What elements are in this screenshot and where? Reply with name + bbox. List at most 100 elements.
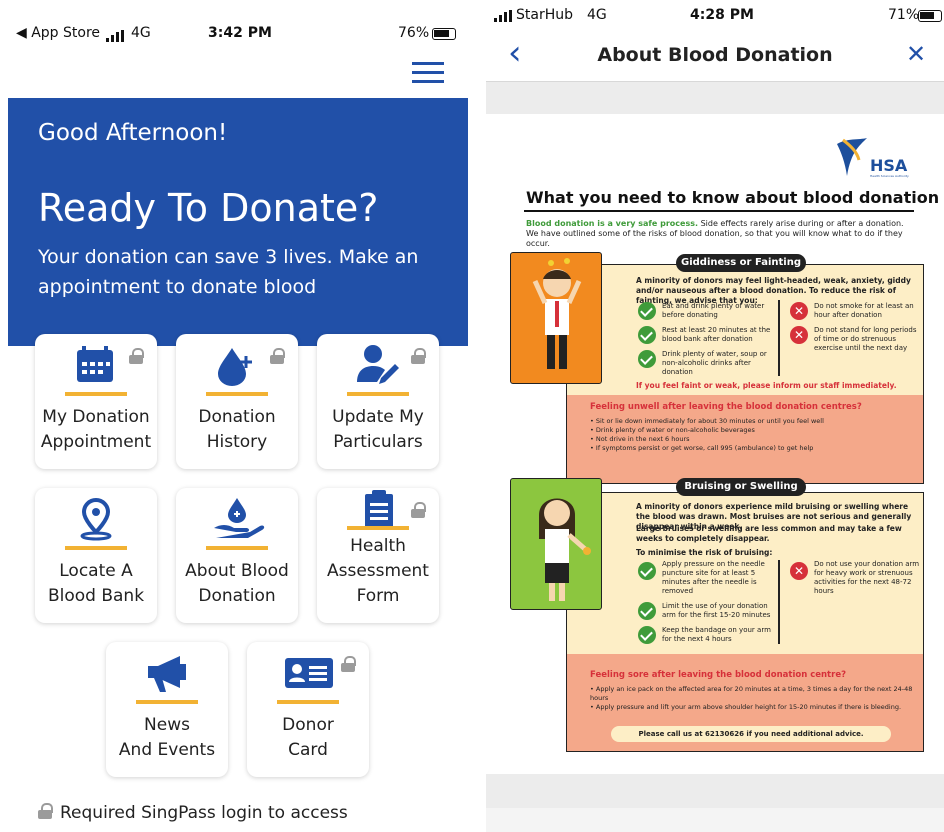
- tile-label: Particulars: [333, 432, 423, 452]
- do-item: Limit the use of your donation arm for t…: [662, 602, 771, 619]
- dont-item: Do not use your donation arm for heavy w…: [814, 560, 920, 595]
- tile-about-blood-donation[interactable]: About Blood Donation: [176, 488, 298, 623]
- tile-label: News: [144, 715, 190, 735]
- hsa-logo-sub: Health Sciences Authority: [870, 174, 909, 178]
- tile-health-assessment-form[interactable]: Health Assessment Form: [317, 488, 439, 623]
- bruising-illustration: [510, 478, 602, 610]
- tile-label: Blood Bank: [47, 586, 145, 606]
- fainting-illustration: [510, 252, 602, 384]
- minimise-label: To minimise the risk of bruising:: [636, 548, 773, 557]
- check-icon: [638, 302, 656, 320]
- right-screen: StarHub 4G 4:28 PM 71% ‹ About Blood Don…: [486, 0, 944, 832]
- lock-icon: [129, 348, 144, 364]
- accent-bar: [65, 392, 127, 396]
- status-battery: 71%: [888, 7, 920, 23]
- signal-icon: [494, 10, 512, 22]
- divider: [524, 210, 914, 212]
- dont-item: Do not smoke for at least an hour after …: [814, 302, 914, 319]
- lock-icon: [341, 656, 356, 672]
- status-battery: 76%: [398, 25, 430, 41]
- after-heading: Feeling sore after leaving the blood don…: [590, 670, 847, 680]
- lock-icon: [270, 348, 285, 364]
- check-icon: [638, 350, 656, 368]
- location-pin-icon: [80, 497, 112, 541]
- top-bar: StarHub 4G 4:28 PM 71% ‹ About Blood Don…: [486, 0, 944, 82]
- signal-icon: [106, 30, 126, 42]
- accent-bar: [65, 546, 127, 550]
- tile-news-and-events[interactable]: News And Events: [106, 642, 228, 777]
- battery-icon: [918, 10, 942, 22]
- tile-label: Card: [288, 740, 328, 760]
- next-page-strip: [486, 808, 944, 832]
- info-poster: HSA Health Sciences Authority What you n…: [486, 114, 944, 774]
- tile-label: Donation: [198, 586, 276, 606]
- tile-label: Donor: [282, 715, 334, 735]
- cross-icon: ✕: [790, 562, 808, 580]
- do-item: Apply pressure on the needle puncture si…: [662, 560, 765, 595]
- status-time: 3:42 PM: [208, 25, 272, 41]
- tile-label: History: [206, 432, 268, 452]
- tile-label: Form: [356, 586, 400, 606]
- do-item: Rest at least 20 minutes at the blood ba…: [662, 326, 771, 343]
- megaphone-icon: [148, 656, 186, 692]
- check-icon: [638, 562, 656, 580]
- login-note: Required SingPass login to access: [60, 803, 348, 823]
- dont-item: Do not stand for long periods of time or…: [814, 326, 917, 352]
- tile-update-my-particulars[interactable]: Update My Particulars: [317, 334, 439, 469]
- do-item: Eat and drink plenty of water before don…: [662, 302, 765, 319]
- tile-donation-history[interactable]: Donation History: [176, 334, 298, 469]
- status-network: 4G: [131, 25, 151, 41]
- tile-label: And Events: [118, 740, 216, 760]
- section-lead: Large bruises or swelling are less commo…: [636, 524, 902, 543]
- accent-bar: [347, 392, 409, 396]
- section-heading: Giddiness or Fainting: [676, 254, 806, 272]
- after-item: • Not drive in the next 6 hours: [590, 435, 690, 443]
- tile-label: Health: [350, 536, 406, 556]
- hero-subtitle: Your donation can save 3 lives. Make an …: [38, 246, 419, 298]
- poster-title: What you need to know about blood donati…: [526, 188, 940, 207]
- check-icon: [638, 326, 656, 344]
- tile-label: Locate A: [59, 561, 133, 581]
- divider: [486, 81, 944, 82]
- check-icon: [638, 602, 656, 620]
- close-icon[interactable]: ✕: [906, 40, 926, 68]
- tile-locate-a-blood-bank[interactable]: Locate A Blood Bank: [35, 488, 157, 623]
- tile-label: Appointment: [40, 432, 152, 452]
- divider: [778, 560, 780, 644]
- hsa-logo: HSA: [870, 156, 908, 175]
- hero-banner: Good Afternoon! Ready To Donate? Your do…: [8, 98, 468, 346]
- tile-label: Assessment: [327, 561, 429, 581]
- page-title: About Blood Donation: [597, 44, 833, 66]
- battery-icon: [432, 28, 456, 40]
- status-time: 4:28 PM: [690, 7, 754, 23]
- after-item: • Apply an ice pack on the affected area…: [590, 685, 913, 702]
- accent-bar: [347, 526, 409, 530]
- menu-icon[interactable]: [412, 62, 444, 84]
- hsa-logo-icon: [837, 138, 867, 176]
- left-screen: ◀ App Store 4G 3:42 PM 76% Good Afternoo…: [0, 0, 476, 832]
- lock-icon: [411, 502, 426, 518]
- tile-label: Update My: [332, 407, 424, 427]
- check-icon: [638, 626, 656, 644]
- lock-icon: [411, 348, 426, 364]
- status-network: 4G: [587, 7, 607, 23]
- after-item: • Drink plenty of water or non-alcoholic…: [590, 426, 755, 434]
- intro-bold: Blood donation is a very safe process.: [526, 219, 699, 228]
- tile-label: Donation: [198, 407, 276, 427]
- do-item: Keep the bandage on your arm for the nex…: [662, 626, 771, 643]
- greeting: Good Afternoon!: [38, 120, 228, 146]
- divider: [778, 300, 780, 376]
- after-heading: Feeling unwell after leaving the blood d…: [590, 402, 862, 412]
- cross-icon: ✕: [790, 326, 808, 344]
- status-carrier: ◀ App Store: [16, 25, 101, 41]
- section-heading: Bruising or Swelling: [676, 478, 806, 496]
- accent-bar: [136, 700, 198, 704]
- tile-donor-card[interactable]: Donor Card: [247, 642, 369, 777]
- lock-icon: [38, 803, 53, 819]
- accent-bar: [206, 392, 268, 396]
- accent-bar: [206, 546, 268, 550]
- tile-my-donation-appointment[interactable]: My Donation Appointment: [35, 334, 157, 469]
- tile-label: About Blood: [185, 561, 289, 581]
- hand-drop-icon: [214, 498, 265, 538]
- cross-icon: ✕: [790, 302, 808, 320]
